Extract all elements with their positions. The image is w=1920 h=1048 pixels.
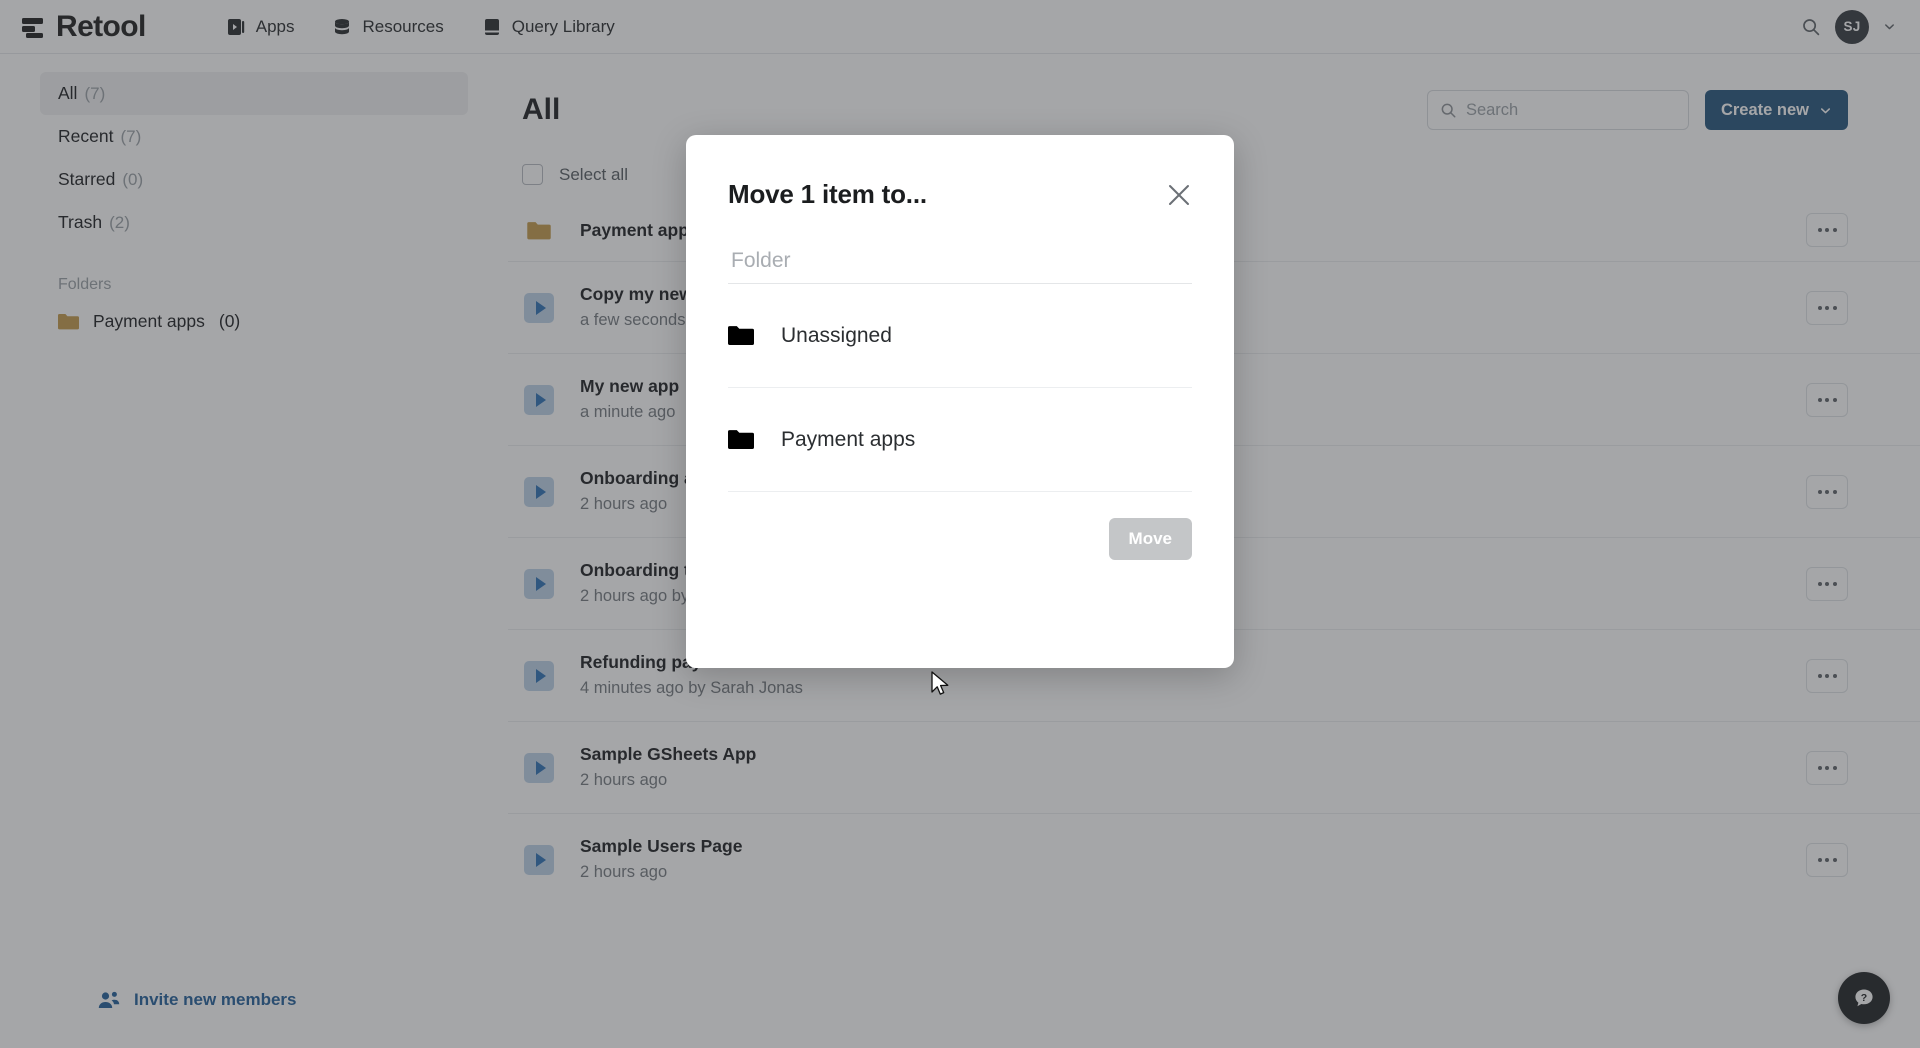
retool-app-window: Retool Apps Resources Query Library SJ A… <box>0 0 1920 1048</box>
folder-option-label: Payment apps <box>781 427 916 451</box>
modal-title: Move 1 item to... <box>728 179 927 209</box>
folder-option-payment-apps[interactable]: Payment apps <box>728 388 1192 492</box>
folder-icon <box>728 430 754 449</box>
close-icon[interactable] <box>1166 182 1192 208</box>
folder-icon <box>728 326 754 345</box>
move-button[interactable]: Move <box>1108 518 1192 560</box>
folder-option-label: Unassigned <box>781 323 892 347</box>
move-item-modal: Move 1 item to... Unassigned Payment app… <box>686 135 1234 668</box>
folder-name-input[interactable] <box>728 238 1192 284</box>
folder-option-unassigned[interactable]: Unassigned <box>728 284 1192 388</box>
modal-footer: Move <box>728 492 1192 560</box>
modal-header: Move 1 item to... <box>728 135 1192 210</box>
